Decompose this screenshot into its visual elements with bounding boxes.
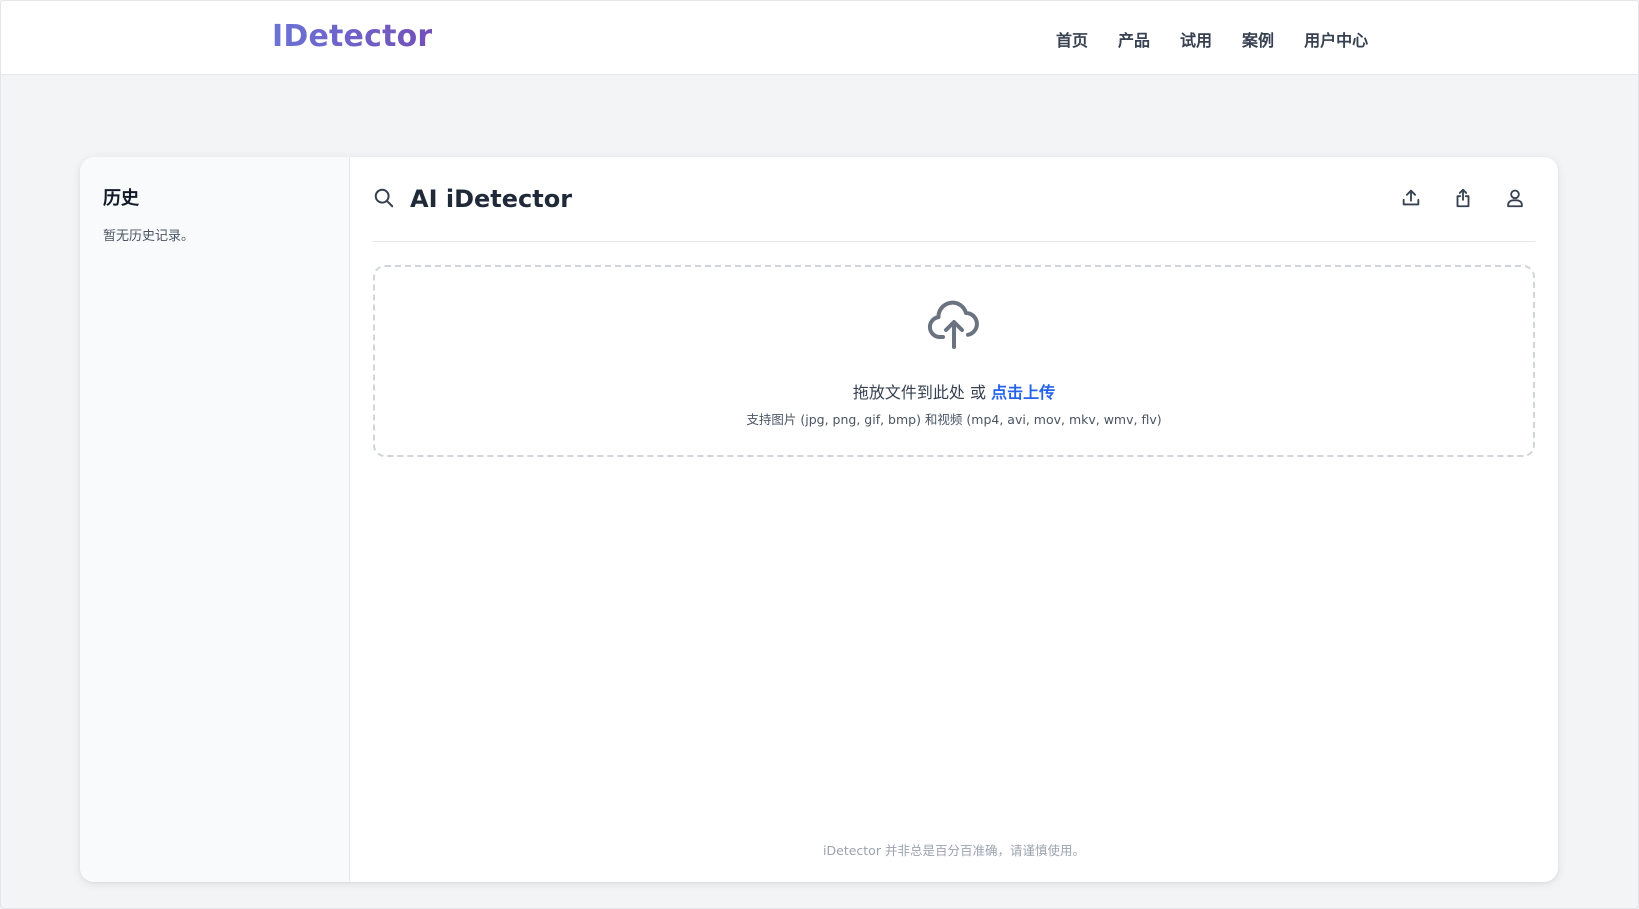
nav-link-user-center[interactable]: 用户中心 xyxy=(1304,27,1368,51)
drop-instructions: 拖放文件到此处 或 点击上传 xyxy=(375,379,1533,403)
file-dropzone[interactable]: 拖放文件到此处 或 点击上传 支持图片 (jpg, png, gif, bmp)… xyxy=(373,265,1535,457)
upload-icon[interactable] xyxy=(1399,186,1423,210)
page-title: AI iDetector xyxy=(410,185,573,213)
nav-link-cases[interactable]: 案例 xyxy=(1242,27,1274,51)
nav-links: 首页 产品 试用 案例 用户中心 xyxy=(1056,27,1368,51)
history-title: 历史 xyxy=(103,188,139,209)
supported-formats: 支持图片 (jpg, png, gif, bmp) 和视频 (mp4, avi,… xyxy=(746,412,1162,427)
search-icon[interactable] xyxy=(373,187,395,209)
accuracy-disclaimer: iDetector 并非总是百分百准确，请谨慎使用。 xyxy=(823,843,1085,858)
app-window: IDetector 首页 产品 试用 案例 用户中心 历史 暂无历史记录。 AI… xyxy=(0,0,1639,909)
header-actions xyxy=(1399,186,1527,210)
top-navigation: IDetector 首页 产品 试用 案例 用户中心 xyxy=(1,1,1638,75)
click-upload-link[interactable]: 点击上传 xyxy=(991,383,1055,402)
drop-prompt: 拖放文件到此处 或 xyxy=(852,383,986,402)
main-header: AI iDetector xyxy=(373,157,1535,242)
nav-link-trial[interactable]: 试用 xyxy=(1180,27,1212,51)
share-icon[interactable] xyxy=(1451,186,1475,210)
nav-link-home[interactable]: 首页 xyxy=(1056,27,1088,51)
cloud-upload-icon xyxy=(926,299,982,351)
main-card: 历史 暂无历史记录。 AI iDetector 拖放文件到此处 或 点击上传 支… xyxy=(80,157,1558,882)
user-icon[interactable] xyxy=(1503,186,1527,210)
history-sidebar: 历史 暂无历史记录。 xyxy=(80,157,350,882)
nav-link-products[interactable]: 产品 xyxy=(1118,27,1150,51)
brand-logo[interactable]: IDetector xyxy=(272,19,432,54)
main-panel: AI iDetector 拖放文件到此处 或 点击上传 支持图片 (jpg, p… xyxy=(350,157,1558,882)
history-empty-text: 暂无历史记录。 xyxy=(103,229,195,244)
